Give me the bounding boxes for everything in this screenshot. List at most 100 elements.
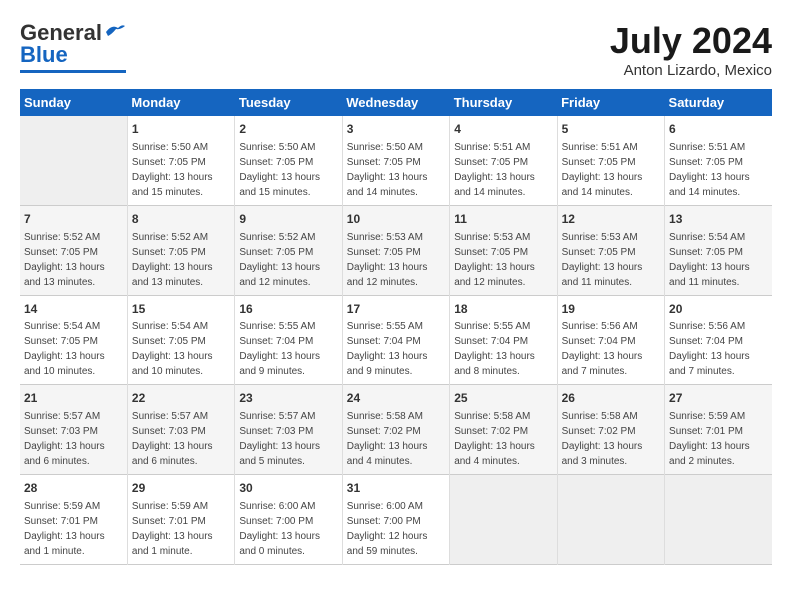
day-number: 9 <box>239 211 337 228</box>
calendar-header-row: Sunday Monday Tuesday Wednesday Thursday… <box>20 89 772 116</box>
day-number: 31 <box>347 480 445 497</box>
day-info: Sunrise: 5:50 AM Sunset: 7:05 PM Dayligh… <box>347 140 445 200</box>
day-info: Sunrise: 5:55 AM Sunset: 7:04 PM Dayligh… <box>239 319 337 379</box>
day-number: 16 <box>239 301 337 318</box>
calendar-cell: 12 Sunrise: 5:53 AM Sunset: 7:05 PM Dayli… <box>557 205 664 295</box>
calendar-table: Sunday Monday Tuesday Wednesday Thursday… <box>20 89 772 565</box>
day-number: 20 <box>669 301 768 318</box>
day-info: Sunrise: 5:57 AM Sunset: 7:03 PM Dayligh… <box>132 409 230 469</box>
col-wednesday: Wednesday <box>342 89 449 116</box>
day-info: Sunrise: 5:50 AM Sunset: 7:05 PM Dayligh… <box>132 140 230 200</box>
calendar-cell: 15Sunrise: 5:54 AM Sunset: 7:05 PM Dayli… <box>127 295 234 385</box>
calendar-cell: 7 Sunrise: 5:52 AM Sunset: 7:05 PM Daylig… <box>20 205 127 295</box>
day-number: 18 <box>454 301 552 318</box>
calendar-cell: 25 Sunrise: 5:58 AM Sunset: 7:02 PM Dayli… <box>450 385 557 475</box>
calendar-cell: 21 Sunrise: 5:57 AM Sunset: 7:03 PM Dayli… <box>20 385 127 475</box>
day-number: 30 <box>239 480 337 497</box>
day-info: Sunrise: 5:57 AM Sunset: 7:03 PM Dayligh… <box>239 409 337 469</box>
calendar-cell: 20Sunrise: 5:56 AM Sunset: 7:04 PM Dayli… <box>665 295 772 385</box>
calendar-cell: 5Sunrise: 5:51 AM Sunset: 7:05 PM Daylig… <box>557 116 664 205</box>
page-header: General Blue July 2024 Anton Lizardo, Me… <box>20 20 772 79</box>
day-info: Sunrise: 5:54 AM Sunset: 7:05 PM Dayligh… <box>669 230 768 290</box>
title-block: July 2024 Anton Lizardo, Mexico <box>610 20 772 79</box>
day-info: Sunrise: 5:57 AM Sunset: 7:03 PM Dayligh… <box>24 409 123 469</box>
calendar-cell <box>665 475 772 565</box>
day-info: Sunrise: 5:58 AM Sunset: 7:02 PM Dayligh… <box>454 409 552 469</box>
calendar-cell <box>20 116 127 205</box>
logo-bird-icon <box>104 22 126 40</box>
calendar-cell: 19Sunrise: 5:56 AM Sunset: 7:04 PM Dayli… <box>557 295 664 385</box>
day-number: 28 <box>24 480 123 497</box>
col-sunday: Sunday <box>20 89 127 116</box>
calendar-cell: 11 Sunrise: 5:53 AM Sunset: 7:05 PM Dayli… <box>450 205 557 295</box>
day-info: Sunrise: 5:59 AM Sunset: 7:01 PM Dayligh… <box>669 409 768 469</box>
day-info: Sunrise: 5:52 AM Sunset: 7:05 PM Dayligh… <box>239 230 337 290</box>
calendar-cell: 18Sunrise: 5:55 AM Sunset: 7:04 PM Dayli… <box>450 295 557 385</box>
day-info: Sunrise: 5:56 AM Sunset: 7:04 PM Dayligh… <box>562 319 660 379</box>
day-info: Sunrise: 5:52 AM Sunset: 7:05 PM Dayligh… <box>24 230 123 290</box>
logo: General Blue <box>20 20 126 73</box>
calendar-cell: 22 Sunrise: 5:57 AM Sunset: 7:03 PM Dayli… <box>127 385 234 475</box>
day-number: 14 <box>24 301 123 318</box>
day-number: 25 <box>454 390 552 407</box>
day-number: 11 <box>454 211 552 228</box>
day-number: 24 <box>347 390 445 407</box>
day-number: 5 <box>562 121 660 138</box>
calendar-week-row: 1 Sunrise: 5:50 AM Sunset: 7:05 PM Daylig… <box>20 116 772 205</box>
day-info: Sunrise: 5:50 AM Sunset: 7:05 PM Dayligh… <box>239 140 337 200</box>
day-number: 23 <box>239 390 337 407</box>
day-info: Sunrise: 5:54 AM Sunset: 7:05 PM Dayligh… <box>132 319 230 379</box>
day-number: 6 <box>669 121 768 138</box>
logo-underline <box>20 70 126 73</box>
col-friday: Friday <box>557 89 664 116</box>
calendar-week-row: 14Sunrise: 5:54 AM Sunset: 7:05 PM Dayli… <box>20 295 772 385</box>
calendar-cell: 10 Sunrise: 5:53 AM Sunset: 7:05 PM Dayli… <box>342 205 449 295</box>
month-year-title: July 2024 <box>610 20 772 62</box>
calendar-cell: 13Sunrise: 5:54 AM Sunset: 7:05 PM Dayli… <box>665 205 772 295</box>
day-number: 17 <box>347 301 445 318</box>
day-number: 19 <box>562 301 660 318</box>
day-number: 3 <box>347 121 445 138</box>
calendar-cell <box>557 475 664 565</box>
day-info: Sunrise: 5:58 AM Sunset: 7:02 PM Dayligh… <box>347 409 445 469</box>
calendar-week-row: 7 Sunrise: 5:52 AM Sunset: 7:05 PM Daylig… <box>20 205 772 295</box>
day-number: 29 <box>132 480 230 497</box>
calendar-cell: 4 Sunrise: 5:51 AM Sunset: 7:05 PM Daylig… <box>450 116 557 205</box>
calendar-cell <box>450 475 557 565</box>
day-number: 12 <box>562 211 660 228</box>
day-info: Sunrise: 5:53 AM Sunset: 7:05 PM Dayligh… <box>562 230 660 290</box>
day-info: Sunrise: 5:56 AM Sunset: 7:04 PM Dayligh… <box>669 319 768 379</box>
day-number: 7 <box>24 211 123 228</box>
day-number: 15 <box>132 301 230 318</box>
calendar-cell: 8Sunrise: 5:52 AM Sunset: 7:05 PM Daylig… <box>127 205 234 295</box>
day-info: Sunrise: 5:53 AM Sunset: 7:05 PM Dayligh… <box>347 230 445 290</box>
col-tuesday: Tuesday <box>235 89 342 116</box>
calendar-cell: 31Sunrise: 6:00 AM Sunset: 7:00 PM Dayli… <box>342 475 449 565</box>
day-number: 10 <box>347 211 445 228</box>
day-info: Sunrise: 5:53 AM Sunset: 7:05 PM Dayligh… <box>454 230 552 290</box>
day-number: 4 <box>454 121 552 138</box>
day-info: Sunrise: 5:54 AM Sunset: 7:05 PM Dayligh… <box>24 319 123 379</box>
day-info: Sunrise: 5:59 AM Sunset: 7:01 PM Dayligh… <box>24 499 123 559</box>
calendar-cell: 29 Sunrise: 5:59 AM Sunset: 7:01 PM Dayli… <box>127 475 234 565</box>
calendar-cell: 6 Sunrise: 5:51 AM Sunset: 7:05 PM Daylig… <box>665 116 772 205</box>
logo-blue: Blue <box>20 42 68 68</box>
day-number: 22 <box>132 390 230 407</box>
calendar-cell: 9 Sunrise: 5:52 AM Sunset: 7:05 PM Daylig… <box>235 205 342 295</box>
calendar-cell: 17Sunrise: 5:55 AM Sunset: 7:04 PM Dayli… <box>342 295 449 385</box>
day-info: Sunrise: 5:51 AM Sunset: 7:05 PM Dayligh… <box>669 140 768 200</box>
calendar-cell: 14Sunrise: 5:54 AM Sunset: 7:05 PM Dayli… <box>20 295 127 385</box>
day-info: Sunrise: 5:55 AM Sunset: 7:04 PM Dayligh… <box>454 319 552 379</box>
calendar-cell: 26Sunrise: 5:58 AM Sunset: 7:02 PM Dayli… <box>557 385 664 475</box>
calendar-cell: 1 Sunrise: 5:50 AM Sunset: 7:05 PM Daylig… <box>127 116 234 205</box>
day-info: Sunrise: 5:58 AM Sunset: 7:02 PM Dayligh… <box>562 409 660 469</box>
calendar-cell: 30Sunrise: 6:00 AM Sunset: 7:00 PM Dayli… <box>235 475 342 565</box>
calendar-cell: 23 Sunrise: 5:57 AM Sunset: 7:03 PM Dayli… <box>235 385 342 475</box>
day-info: Sunrise: 5:59 AM Sunset: 7:01 PM Dayligh… <box>132 499 230 559</box>
day-number: 21 <box>24 390 123 407</box>
day-info: Sunrise: 5:51 AM Sunset: 7:05 PM Dayligh… <box>454 140 552 200</box>
location-subtitle: Anton Lizardo, Mexico <box>610 62 772 79</box>
calendar-cell: 3 Sunrise: 5:50 AM Sunset: 7:05 PM Daylig… <box>342 116 449 205</box>
day-number: 1 <box>132 121 230 138</box>
calendar-week-row: 28 Sunrise: 5:59 AM Sunset: 7:01 PM Dayli… <box>20 475 772 565</box>
